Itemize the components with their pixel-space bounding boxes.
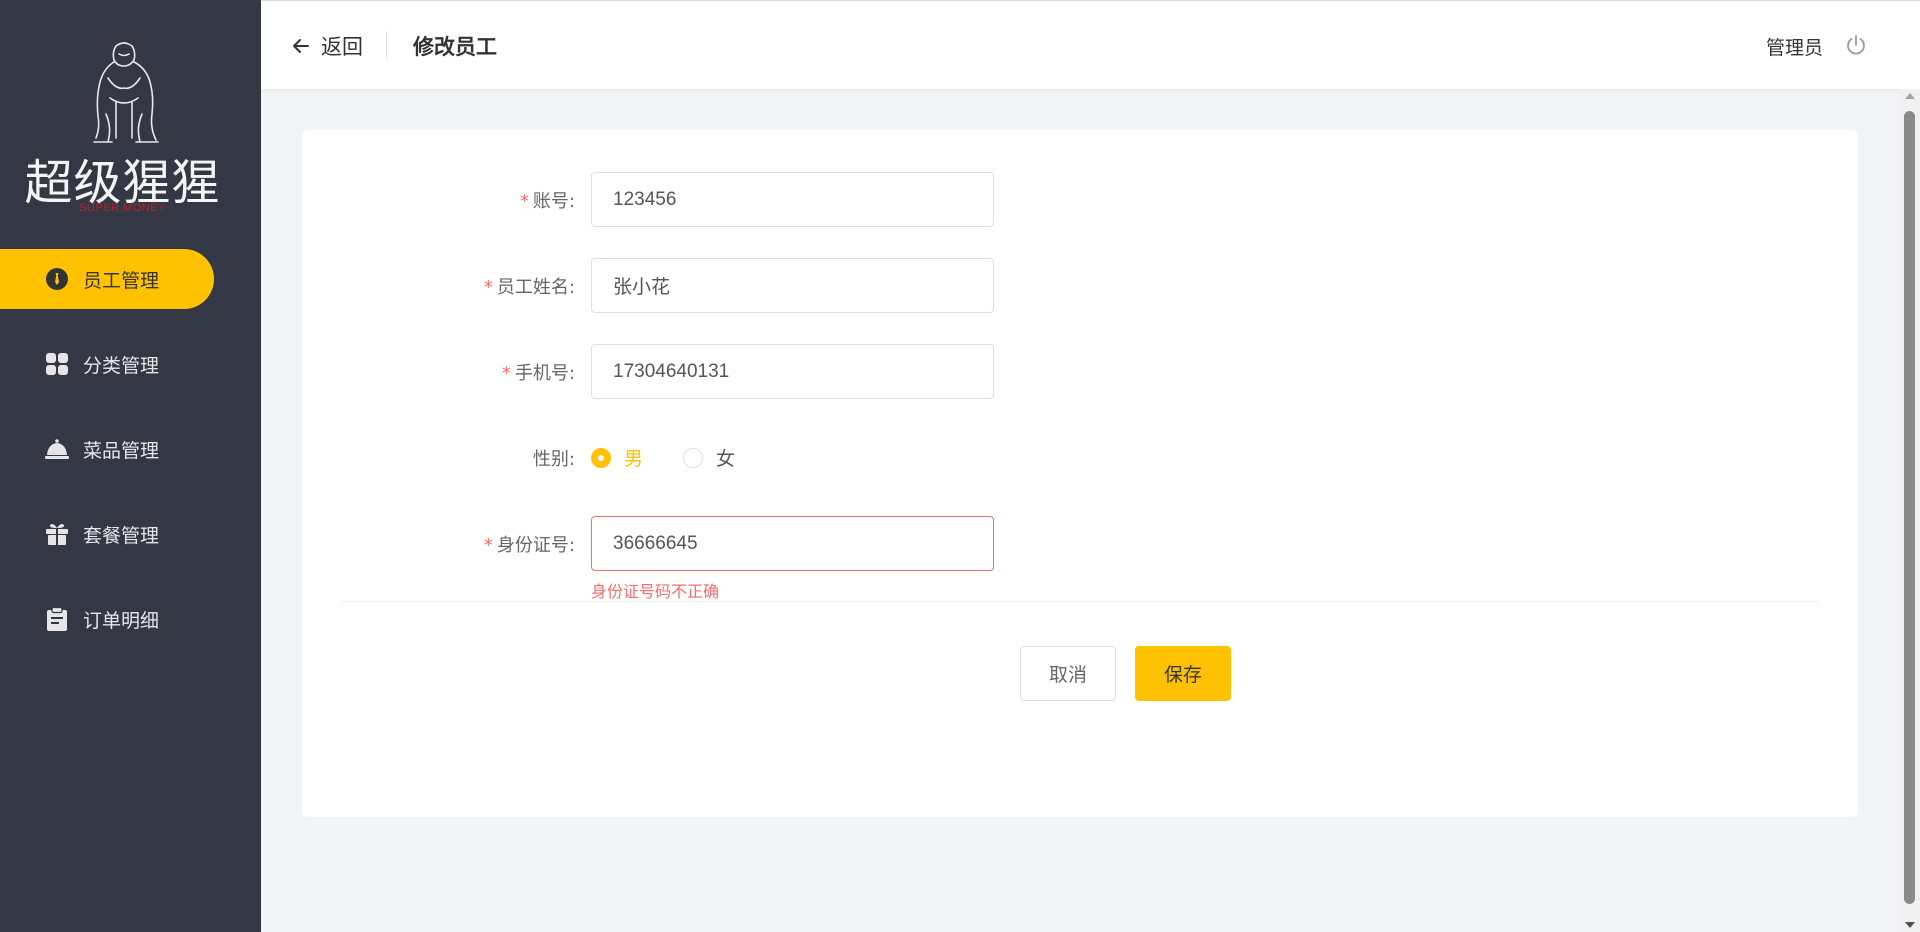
scrollbar-thumb[interactable]	[1904, 111, 1915, 904]
radio-label: 男	[624, 448, 644, 470]
power-logout-icon[interactable]	[1845, 34, 1867, 56]
radio-checked-icon	[591, 447, 611, 468]
back-button[interactable]: 返回	[291, 31, 363, 61]
scrollbar[interactable]	[1900, 89, 1920, 932]
radio-label: 女	[716, 448, 736, 470]
sidebar-item-employees[interactable]: 员工管理	[0, 249, 214, 309]
back-label: 返回	[321, 35, 363, 59]
clipboard-order-icon	[47, 607, 67, 631]
id-number-input[interactable]	[591, 516, 994, 571]
employee-icon	[46, 268, 68, 290]
scroll-up-arrow-icon[interactable]	[1905, 93, 1915, 99]
sidebar-item-label: 订单明细	[83, 610, 160, 632]
page-title: 修改员工	[413, 35, 497, 59]
form-row-name: * 员工姓名:	[302, 258, 1858, 313]
required-mark: *	[519, 191, 529, 212]
gender-label: 性别:	[532, 449, 575, 470]
form-row-account: * 账号:	[302, 172, 1858, 227]
gorilla-logo-icon	[93, 42, 159, 143]
sidebar-item-label: 菜品管理	[83, 440, 160, 462]
account-input[interactable]	[591, 172, 994, 227]
phone-label: * 手机号:	[501, 363, 575, 384]
sidebar: 超级猩猩 SUPER MONEY 员工管理 分类管理 菜品管理 套餐管理 订单明…	[0, 0, 261, 932]
name-label: * 员工姓名:	[483, 277, 575, 298]
account-label: * 账号:	[519, 191, 575, 212]
gender-radio-male[interactable]: 男	[591, 444, 643, 471]
scroll-down-arrow-icon[interactable]	[1905, 922, 1915, 928]
logo-subtitle: SUPER MONEY	[79, 202, 166, 214]
form-row-phone: * 手机号:	[302, 344, 1858, 399]
sidebar-item-label: 套餐管理	[83, 525, 160, 547]
sidebar-item-label: 分类管理	[83, 355, 160, 377]
form-row-id-number: *身份证号: 身份证号码不正确	[302, 516, 1858, 601]
save-button[interactable]: 保存	[1135, 646, 1231, 701]
category-grid-icon	[46, 353, 68, 375]
gender-radio-group: 男 女	[591, 430, 775, 485]
logo: 超级猩猩 SUPER MONEY	[0, 30, 245, 214]
sidebar-item-label: 员工管理	[83, 270, 160, 292]
gift-package-icon	[46, 524, 68, 545]
employee-form-card: *账号: *员工姓名: *手机号: 性别: 男 女 *身份证号: 身份证号码不正…	[302, 130, 1858, 817]
dish-cloche-icon	[45, 439, 69, 459]
sidebar-item-categories[interactable]: 分类管理	[0, 334, 214, 394]
required-mark: *	[483, 535, 493, 556]
sidebar-item-packages[interactable]: 套餐管理	[0, 504, 214, 564]
sidebar-nav: 员工管理 分类管理 菜品管理 套餐管理 订单明细	[0, 249, 261, 674]
id-number-label: * 身份证号:	[483, 535, 575, 556]
required-mark: *	[501, 363, 511, 384]
radio-unchecked-icon	[683, 447, 704, 468]
arrow-left-icon	[293, 39, 309, 53]
form-divider	[342, 601, 1818, 602]
form-row-gender: 性别: 男 女	[302, 430, 1858, 485]
cancel-button[interactable]: 取消	[1020, 646, 1116, 701]
employee-name-input[interactable]	[591, 258, 994, 313]
id-number-error-message: 身份证号码不正确	[591, 582, 720, 601]
phone-input[interactable]	[591, 344, 994, 399]
header-divider	[386, 31, 387, 59]
sidebar-item-orders[interactable]: 订单明细	[0, 589, 214, 649]
header: 返回 修改员工 管理员	[261, 0, 1920, 89]
user-name[interactable]: 管理员	[1766, 33, 1823, 60]
sidebar-item-dishes[interactable]: 菜品管理	[0, 419, 214, 479]
required-mark: *	[483, 277, 493, 298]
gender-radio-female[interactable]: 女	[683, 444, 735, 471]
